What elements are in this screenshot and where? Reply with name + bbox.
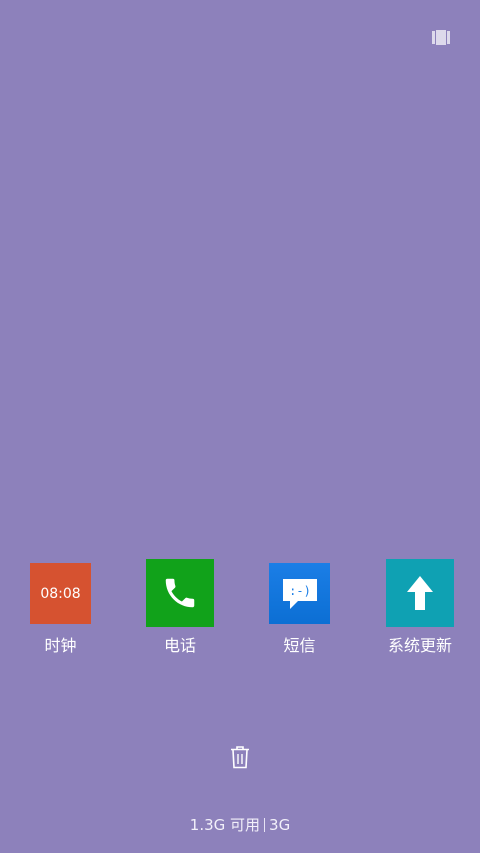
phone-icon[interactable] [146,559,214,627]
memory-info: 1.3G 可用 3G [0,815,480,835]
upload-arrow-icon[interactable] [386,559,454,627]
memory-available: 1.3G 可用 [189,816,261,834]
memory-total: 3G [269,816,291,834]
message-glyph: :-) [289,584,311,598]
trash-icon[interactable] [229,745,251,769]
memory-separator [264,818,266,832]
app-label-system-update: 系统更新 [387,636,452,655]
clock-icon[interactable]: 08:08 [30,563,91,624]
message-icon[interactable]: :-) [269,563,330,624]
clock-time: 08:08 [40,585,81,602]
app-label-messages: 短信 [283,636,316,655]
recent-apps-row: 08:08 时钟 电话 :-) 短信 系统更新 [0,559,480,659]
app-label-clock: 时钟 [44,636,77,655]
app-label-phone: 电话 [163,636,196,655]
multi-window-icon[interactable] [432,30,450,45]
